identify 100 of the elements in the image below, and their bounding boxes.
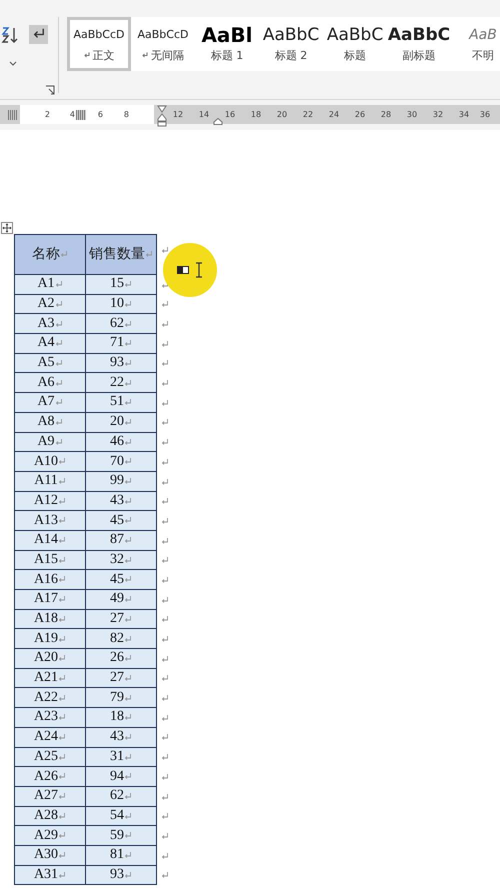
paragraph-mark-icon <box>124 378 132 387</box>
paragraph-mark-icon <box>124 556 132 564</box>
cell-text: A11 <box>34 473 58 488</box>
paragraph-mark-icon <box>58 812 66 820</box>
paragraph-mark-icon <box>124 674 132 682</box>
paragraph-mark-icon <box>161 458 169 466</box>
paragraph-mark-icon <box>124 477 132 485</box>
cell-text: 15 <box>110 276 124 292</box>
paragraph-mark-icon <box>124 831 132 840</box>
style-option[interactable]: AaBbC 副标题 <box>387 17 451 71</box>
header-text: 销售数量 <box>89 246 145 262</box>
paragraph-mark-icon <box>58 654 66 662</box>
paragraph-mark-icon <box>124 694 132 702</box>
paragraph-mark-icon <box>54 300 63 308</box>
cell-text: 27 <box>110 611 124 626</box>
cell-text: 62 <box>110 316 124 331</box>
cell-text: 51 <box>110 394 124 410</box>
dialog-launcher-icon[interactable] <box>45 85 55 95</box>
style-preview: AaB <box>469 26 497 44</box>
cell-text: A2 <box>37 296 55 312</box>
ruler-number: 2 <box>44 110 50 119</box>
paragraph-mark-icon <box>124 300 132 308</box>
cell-text: A12 <box>34 492 58 508</box>
paragraph-mark-icon <box>161 516 169 525</box>
style-preview: AaBbCcD <box>74 26 124 42</box>
cell-text: 99 <box>110 473 124 488</box>
cell-icon <box>177 266 189 274</box>
paragraph-mark-icon <box>161 596 169 604</box>
cell-text: 43 <box>110 729 124 744</box>
cell-text: 94 <box>110 768 124 784</box>
paragraph-mark-icon <box>161 772 169 781</box>
ruler-number: 36 <box>478 110 492 119</box>
paragraph-mark-icon <box>124 457 132 466</box>
sort-icon[interactable] <box>1 26 19 44</box>
paragraph-mark-icon <box>124 496 132 505</box>
table-move-handle-icon[interactable] <box>1 222 13 234</box>
style-label: 标题 <box>344 48 366 62</box>
style-option[interactable]: AaBbCcD 无间隔 <box>131 17 195 71</box>
cell-text: A14 <box>34 532 58 548</box>
ruler-number: 28 <box>380 110 392 119</box>
cell-text: A28 <box>34 808 58 823</box>
style-label: 正文 <box>92 48 114 62</box>
ruler-number: 22 <box>302 110 314 119</box>
cell-text: 54 <box>110 808 124 823</box>
paragraph-mark-icon <box>124 418 132 426</box>
paragraph-mark-icon <box>58 752 66 761</box>
cell-text: A5 <box>37 355 55 370</box>
paragraph-mark-icon <box>161 536 169 545</box>
paragraph-mark-icon <box>161 832 169 840</box>
cell-text: A24 <box>34 729 58 744</box>
cell-text: 49 <box>110 591 124 606</box>
paragraph-mark-icon <box>124 713 132 722</box>
cell-text: 87 <box>110 532 124 548</box>
style-preview: AaBbC <box>262 26 320 44</box>
cell-text: A15 <box>34 552 58 567</box>
paragraph-mark-icon <box>161 340 169 348</box>
style-preview: AaBl <box>201 26 253 44</box>
hanging-indent-marker-icon[interactable] <box>213 118 223 125</box>
paragraph-mark-icon <box>161 812 169 820</box>
paragraph-mark-icon <box>161 733 169 742</box>
paragraph-mark-icon <box>161 694 169 702</box>
paragraph-mark-icon <box>161 418 169 426</box>
style-option[interactable]: AaBbC 标题 2 <box>259 17 323 71</box>
paragraph-mark-icon <box>58 772 66 780</box>
style-option[interactable]: AaBl 标题 1 <box>195 17 259 71</box>
style-label: 不明 <box>472 48 494 62</box>
paragraph-mark-icon <box>60 250 68 258</box>
paragraph-mark-icon <box>124 339 132 348</box>
paragraph-mark-icon <box>124 634 132 642</box>
indent-marker-icon[interactable] <box>157 105 167 127</box>
paragraph-mark-icon <box>161 320 169 328</box>
cell-text: A31 <box>34 866 58 882</box>
paragraph-mark-icon <box>124 792 132 800</box>
column-marker-icon[interactable] <box>76 110 86 120</box>
style-preview: AaBbC <box>388 26 450 44</box>
column-marker-icon[interactable] <box>8 110 18 120</box>
paragraph-mark-icon <box>58 792 66 800</box>
paragraph-mark-icon <box>58 536 66 544</box>
arrow-return-icon[interactable] <box>29 25 48 44</box>
paragraph-mark-icon <box>161 359 169 368</box>
text-cursor-icon <box>195 262 203 278</box>
style-option[interactable]: AaBbCcD 正文 <box>67 17 131 71</box>
paragraph-mark-icon <box>54 438 63 446</box>
paragraph-mark-icon <box>161 379 169 388</box>
chevron-down-icon[interactable] <box>9 61 17 67</box>
cell-text: A17 <box>34 591 58 606</box>
style-option[interactable]: AaBbC 标题 <box>323 17 387 71</box>
style-option[interactable]: AaB 不明 <box>451 17 500 71</box>
paragraph-mark-icon <box>124 772 132 780</box>
paragraph-mark-icon <box>124 398 132 406</box>
ruler-number: 12 <box>172 110 184 119</box>
cell-text: A30 <box>34 847 58 862</box>
paragraph-mark-icon <box>124 870 132 879</box>
cell-text: 32 <box>110 552 124 567</box>
paragraph-mark-icon <box>58 575 66 584</box>
paragraph-mark-icon <box>161 556 169 564</box>
paragraph-mark-icon <box>161 615 169 624</box>
paragraph-mark-icon <box>58 477 66 485</box>
paragraph-mark-icon <box>54 358 63 367</box>
paragraph-mark-icon <box>58 516 66 524</box>
